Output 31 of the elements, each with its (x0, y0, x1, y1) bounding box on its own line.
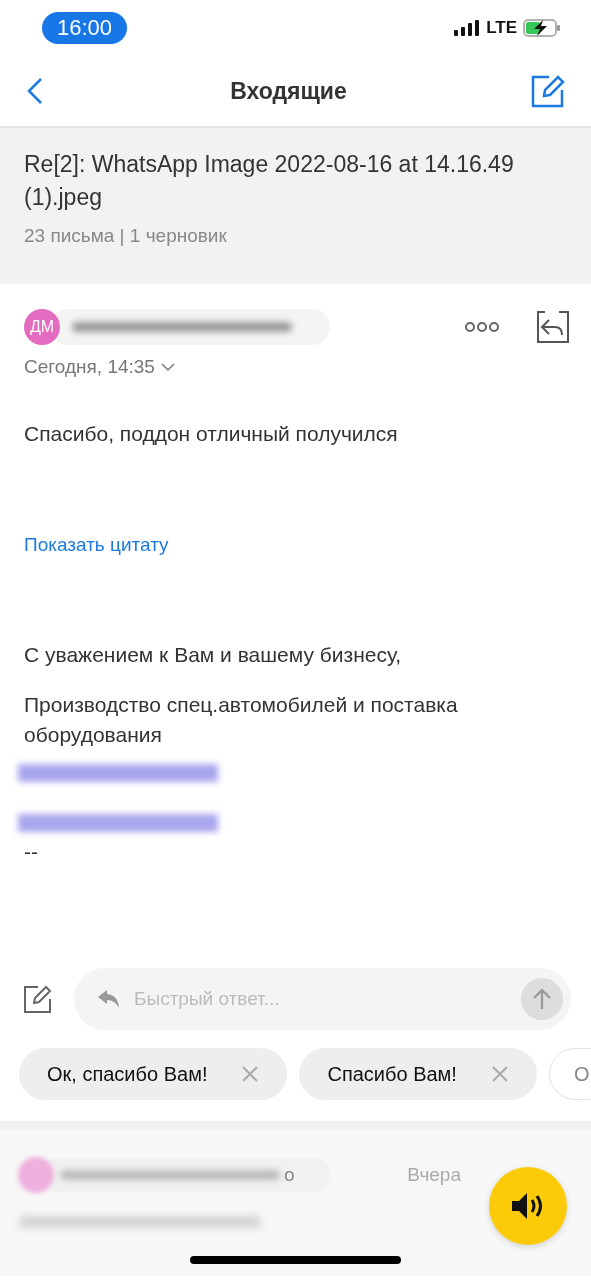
show-quote-link[interactable]: Показать цитату (24, 534, 169, 556)
more-button[interactable] (465, 321, 499, 333)
screen-title: Входящие (230, 77, 347, 105)
status-time: 16:00 (42, 12, 128, 44)
edit-icon[interactable] (24, 985, 52, 1013)
arrow-up-icon (533, 988, 551, 1010)
chevron-down-icon (160, 362, 175, 372)
compose-button[interactable] (531, 74, 565, 108)
sender-avatar: ДМ (24, 309, 60, 345)
signal-icon (454, 20, 481, 36)
sender-name-fragment: о (284, 1164, 295, 1186)
thread-meta: 23 письма | 1 черновик (24, 225, 228, 247)
reply-arrow-icon (98, 990, 120, 1008)
signature-separator: -- (24, 840, 39, 864)
reply-button[interactable] (537, 311, 569, 343)
send-button[interactable] (521, 978, 563, 1020)
network-type: LTE (486, 18, 517, 38)
message-body: Спасибо, поддон отличный получился (24, 422, 399, 446)
speaker-button[interactable] (489, 1167, 567, 1245)
quick-reply-bar[interactable]: Быстрый ответ... (74, 968, 571, 1030)
reply-chip[interactable]: Ок, спасибо Вам! (19, 1048, 288, 1100)
battery-charging-icon (523, 19, 561, 37)
reply-chip[interactable]: О (548, 1048, 591, 1100)
quick-reply-field[interactable]: Быстрый ответ... (132, 987, 509, 1011)
message-date: Сегодня, 14:35 (24, 356, 155, 378)
reply-chip[interactable]: Спасибо Вам! (299, 1048, 537, 1100)
signature-line: С уважением к Вам и вашему бизнесу, (24, 642, 403, 668)
thread-subject: Re[2]: WhatsApp Image 2022-08-16 at 14.16.49 (1).jpeg (24, 150, 515, 212)
message-date: Вчера (407, 1164, 461, 1186)
signature-line: Производство спец.автомобилей и поставка оборудования (24, 692, 459, 748)
speaker-icon (511, 1191, 545, 1221)
